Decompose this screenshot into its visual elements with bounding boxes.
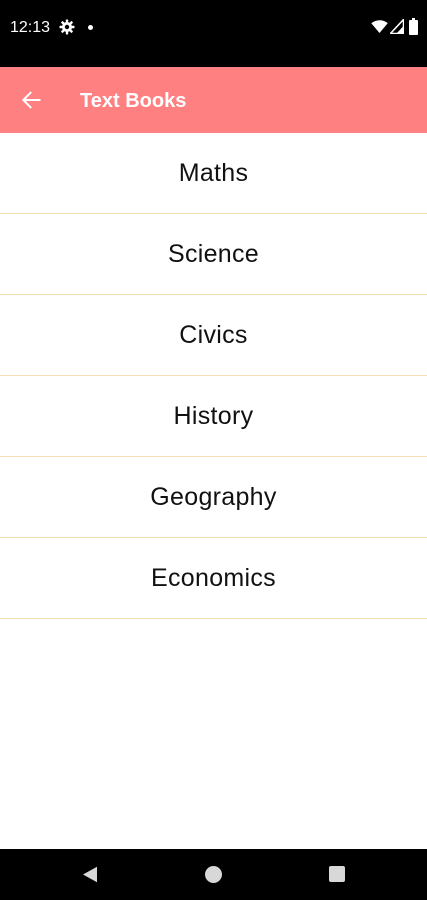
list-item-label: Science [167, 239, 260, 268]
status-time: 12:13 [10, 19, 51, 36]
list-item-label: History [173, 401, 254, 430]
home-circle-icon[interactable] [205, 866, 222, 883]
status-bar: 12:13 [0, 0, 427, 67]
arrow-left-icon [21, 91, 41, 109]
book-list: Maths Science Civics History Geography E… [0, 133, 427, 619]
list-item-economics[interactable]: Economics [0, 538, 427, 619]
list-item-geography[interactable]: Geography [0, 457, 427, 538]
gear-icon [59, 19, 75, 35]
signal-icon [390, 19, 404, 34]
recents-square-icon[interactable] [329, 866, 345, 882]
screen: 12:13 Text Books Maths Science Civics Hi… [0, 0, 427, 900]
battery-icon [409, 18, 418, 35]
back-triangle-icon[interactable] [82, 866, 98, 883]
list-item-label: Maths [178, 158, 249, 187]
app-bar: Text Books [0, 67, 427, 133]
list-item-maths[interactable]: Maths [0, 133, 427, 214]
list-item-label: Civics [179, 320, 248, 349]
navigation-bar [0, 849, 427, 900]
list-item-label: Economics [151, 563, 276, 592]
list-item-science[interactable]: Science [0, 214, 427, 295]
list-item-history[interactable]: History [0, 376, 427, 457]
notification-dot-icon [88, 25, 93, 30]
back-button[interactable] [12, 81, 50, 119]
list-item-civics[interactable]: Civics [0, 295, 427, 376]
list-item-label: Geography [150, 482, 277, 511]
wifi-icon [371, 20, 388, 33]
page-title: Text Books [80, 90, 187, 112]
